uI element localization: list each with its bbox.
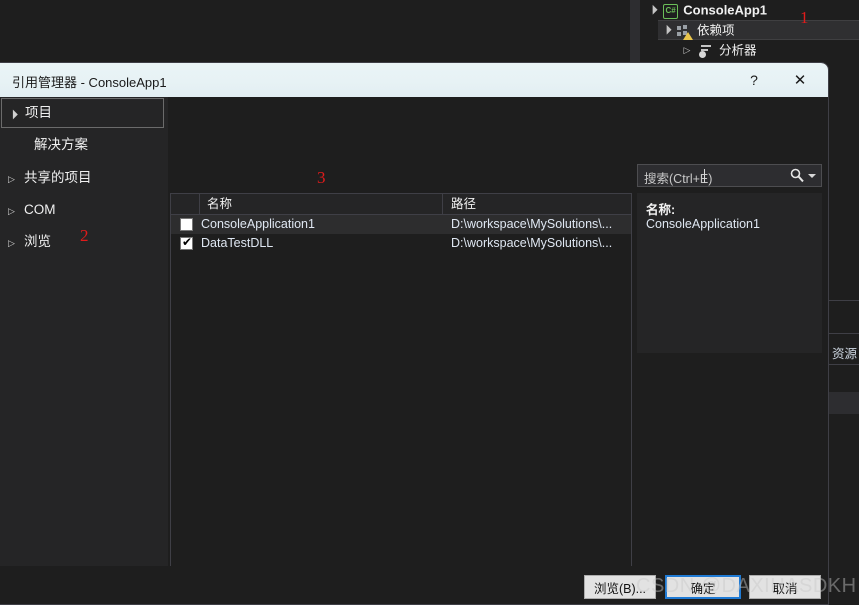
dependencies-warning-icon <box>675 22 694 41</box>
nav-item-shared-projects[interactable]: 共享的项目 <box>0 162 168 194</box>
side-label: 资源 <box>832 347 858 361</box>
close-button[interactable]: ✕ <box>779 63 821 97</box>
tree-item-dependencies[interactable]: 依赖项 <box>658 20 859 41</box>
tree-item-consoleapp1[interactable]: C# ConsoleApp1 <box>644 0 859 20</box>
chevron-down-icon[interactable] <box>9 100 25 128</box>
nav-item-projects[interactable]: 项目 <box>1 98 164 128</box>
chevron-right-icon[interactable] <box>8 163 24 195</box>
chevron-right-icon[interactable] <box>680 40 694 61</box>
text-caret <box>704 169 705 183</box>
analyzer-icon <box>697 41 715 61</box>
column-header-name[interactable]: 名称 <box>200 194 443 214</box>
list-header: 名称 路径 <box>171 194 631 215</box>
tree-item-label: ConsoleApp1 <box>683 2 768 18</box>
reference-manager-dialog: 引用管理器 - ConsoleApp1 ? ✕ 项目 解决方案 共享的项目 CO… <box>0 62 829 605</box>
details-panel: 名称: ConsoleApplication1 <box>637 193 822 353</box>
nav-item-label: 共享的项目 <box>24 170 92 185</box>
tree-item-label: 依赖项 <box>696 23 735 38</box>
nav-item-label: COM <box>24 202 56 217</box>
dialog-title: 引用管理器 - ConsoleApp1 <box>12 75 167 90</box>
table-row[interactable]: ConsoleApplication1 D:\workspace\MySolut… <box>171 215 631 234</box>
chevron-down-icon[interactable] <box>658 21 672 40</box>
row-path: D:\workspace\MySolutions\... <box>451 217 613 231</box>
annotation-3: 3 <box>317 168 326 187</box>
row-name: DataTestDLL <box>201 236 274 250</box>
dialog-titlebar[interactable]: 引用管理器 - ConsoleApp1 ? ✕ <box>0 63 828 97</box>
details-value: ConsoleApplication1 <box>646 217 760 231</box>
search-placeholder: 搜索(Ctrl+E) <box>644 172 713 186</box>
tree-item-label: 分析器 <box>718 43 757 58</box>
search-input[interactable]: 搜索(Ctrl+E) <box>637 164 822 187</box>
chevron-right-icon[interactable] <box>8 195 24 227</box>
row-name: ConsoleApplication1 <box>201 217 315 231</box>
chevron-right-icon[interactable] <box>8 227 24 259</box>
row-checkbox[interactable] <box>180 218 193 231</box>
dialog-nav: 项目 解决方案 共享的项目 COM 浏览 <box>0 97 168 566</box>
nav-item-com[interactable]: COM <box>0 194 168 226</box>
column-header-path[interactable]: 路径 <box>444 194 631 214</box>
nav-item-label: 浏览 <box>24 234 51 249</box>
details-label: 名称: <box>646 203 676 217</box>
solution-explorer-tree: C# ConsoleApp1 依赖项 分析器 <box>644 0 859 60</box>
reference-list[interactable]: 名称 路径 ConsoleApplication1 D:\workspace\M… <box>170 193 632 604</box>
nav-item-label: 项目 <box>25 105 52 120</box>
dialog-body: 项目 解决方案 共享的项目 COM 浏览 名称 <box>0 97 828 604</box>
column-header-checkbox <box>171 194 200 214</box>
nav-item-label: 解决方案 <box>34 137 88 152</box>
row-checkbox[interactable] <box>180 235 193 250</box>
nav-item-solution[interactable]: 解决方案 <box>0 128 168 162</box>
watermark: CSDN @DAXIHASDKH <box>636 575 857 597</box>
row-path: D:\workspace\MySolutions\... <box>451 236 613 250</box>
annotation-1: 1 <box>800 8 809 27</box>
screenshot-root: C# ConsoleApp1 依赖项 分析器 资源 <box>0 0 859 605</box>
annotation-2: 2 <box>80 226 89 245</box>
search-icon[interactable] <box>790 168 804 184</box>
tree-item-analyzers[interactable]: 分析器 <box>680 40 859 60</box>
help-button[interactable]: ? <box>733 63 775 97</box>
csharp-project-icon: C# <box>662 1 680 21</box>
table-row[interactable]: DataTestDLL D:\workspace\MySolutions\... <box>171 234 631 253</box>
chevron-down-icon[interactable] <box>644 0 658 21</box>
chevron-down-icon[interactable] <box>808 174 816 178</box>
